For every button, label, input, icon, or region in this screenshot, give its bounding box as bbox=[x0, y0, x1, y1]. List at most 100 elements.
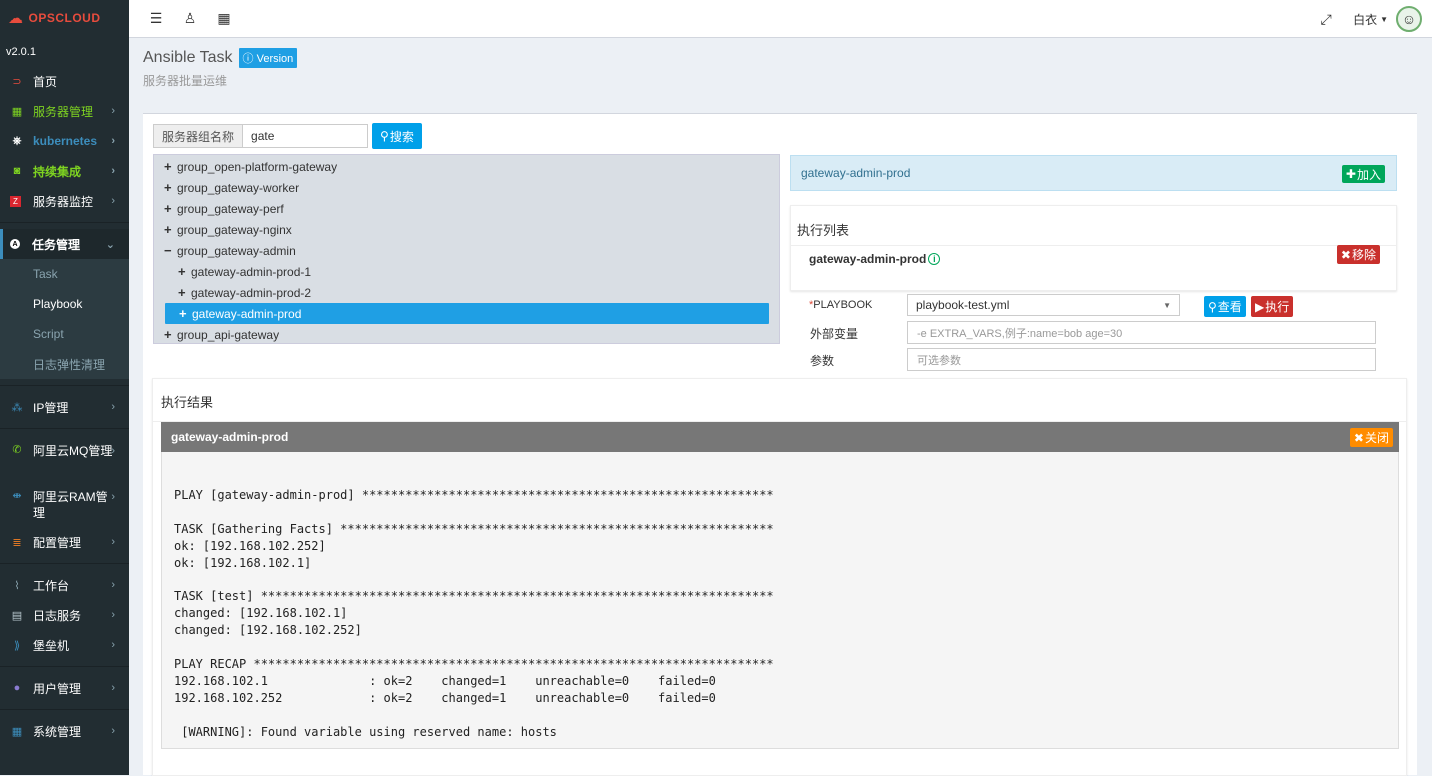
sidebar-item-workbench[interactable]: ⌇ 工作台 › bbox=[0, 570, 129, 600]
sidebar-item-kubernetes[interactable]: ⎈ kubernetes › bbox=[0, 126, 129, 156]
params-input[interactable]: 可选参数 bbox=[907, 348, 1376, 371]
execute-button[interactable]: ▶ 执行 bbox=[1251, 296, 1294, 317]
exec-list-item-label: gateway-admin-prod bbox=[809, 252, 927, 266]
tree-node[interactable]: + group_gateway-worker bbox=[164, 177, 769, 198]
sidebar-subitem-task[interactable]: Task bbox=[0, 259, 129, 289]
tree-node[interactable]: − group_gateway-admin bbox=[164, 240, 769, 261]
sidebar-item-aliyun-mq[interactable]: ✆ 阿里云MQ管理 › bbox=[0, 435, 129, 481]
sidebar-item-label: 系统管理 bbox=[33, 724, 82, 739]
user-name: 白衣 bbox=[1353, 12, 1378, 27]
sidebar-item-aliyun-ram[interactable]: ⇼ 阿里云RAM管理 › bbox=[0, 481, 129, 527]
selected-server-panel: gateway-admin-prod ✚ 加入 bbox=[790, 155, 1397, 191]
tree-node-label: group_api-gateway bbox=[177, 327, 280, 342]
playbook-label: *PLAYBOOK bbox=[809, 299, 872, 311]
page-subtitle: 服务器批量运维 bbox=[143, 74, 228, 88]
exec-list-panel: 执行列表 gateway-admin-prod i ✖ 移除 bbox=[790, 205, 1397, 291]
playbook-select[interactable]: playbook-test.yml ▼ bbox=[907, 294, 1180, 316]
sidebar-item-servers[interactable]: ▦ 服务器管理 › bbox=[0, 96, 129, 126]
chevron-right-icon: › bbox=[111, 579, 115, 591]
search-input[interactable]: gate bbox=[243, 124, 369, 148]
cloud-icon: ☁ bbox=[8, 10, 24, 27]
server-group-tree: + group_open-platform-gateway + group_gate… bbox=[153, 154, 780, 344]
sidebar-item-monitor[interactable]: Z 服务器监控 › bbox=[0, 186, 129, 216]
remove-button[interactable]: ✖ 移除 bbox=[1336, 245, 1380, 264]
chevron-right-icon: › bbox=[111, 105, 115, 117]
fullscreen-icon[interactable]: ⤢ bbox=[1311, 0, 1341, 38]
chevron-right-icon: › bbox=[111, 725, 115, 737]
tree-node-label: gateway-admin-prod-1 bbox=[191, 264, 312, 279]
tree-node-selected[interactable]: + gateway-admin-prod bbox=[165, 303, 769, 324]
sidebar-subitem-log-cleanup[interactable]: 日志弹性清理 bbox=[0, 349, 129, 379]
sidebar-item-bastion[interactable]: ⟫ 堡垒机 › bbox=[0, 630, 129, 660]
sidebar-subitem-playbook[interactable]: Playbook bbox=[0, 289, 129, 319]
expand-icon[interactable]: + bbox=[164, 327, 176, 342]
sidebar-item-users[interactable]: ● 用户管理 › bbox=[0, 673, 129, 703]
divider bbox=[0, 563, 129, 564]
collapse-icon[interactable]: − bbox=[164, 243, 176, 258]
divider bbox=[0, 666, 129, 667]
sidebar-item-label: 阿里云MQ管理 bbox=[33, 444, 113, 458]
tree-node[interactable]: + group_open-platform-gateway bbox=[164, 156, 769, 177]
close-button[interactable]: ✖ 关闭 bbox=[1349, 428, 1393, 447]
tree-node[interactable]: + gateway-admin-prod-1 bbox=[164, 261, 769, 282]
sitemap-icon: ⁂ bbox=[11, 401, 23, 414]
remove-button-label: 移除 bbox=[1351, 248, 1376, 262]
user-menu[interactable]: 白衣 ▼ bbox=[1353, 11, 1388, 28]
close-button-label: 关闭 bbox=[1364, 431, 1389, 445]
chevron-right-icon: › bbox=[111, 536, 115, 548]
tree-node-label: group_gateway-perf bbox=[177, 201, 284, 216]
tree-node[interactable]: + group_gateway-perf bbox=[164, 198, 769, 219]
workbench-icon: ⌇ bbox=[14, 579, 20, 592]
info-icon[interactable]: i bbox=[928, 253, 941, 265]
tree-node-label: group_gateway-admin bbox=[177, 243, 296, 258]
plus-icon: ✚ bbox=[1345, 167, 1356, 181]
view-button-label: 查看 bbox=[1217, 300, 1242, 314]
kubernetes-icon: ⎈ bbox=[12, 134, 22, 147]
tree-node[interactable]: + group_api-gateway bbox=[164, 324, 769, 345]
tree-node[interactable]: + gateway-admin-prod-2 bbox=[164, 282, 769, 303]
apps-grid-icon[interactable]: ▦ bbox=[207, 0, 241, 38]
caret-down-icon: ▼ bbox=[1163, 301, 1171, 310]
avatar[interactable]: ☺ bbox=[1396, 6, 1422, 32]
expand-icon[interactable]: + bbox=[164, 201, 176, 216]
sidebar-item-label: 阿里云RAM管理 bbox=[33, 490, 108, 520]
result-host-name: gateway-admin-prod bbox=[171, 430, 289, 444]
result-console-output: PLAY [gateway-admin-prod] **************… bbox=[161, 452, 1399, 749]
expand-icon[interactable]: + bbox=[178, 264, 190, 279]
expand-icon[interactable]: + bbox=[164, 222, 176, 237]
version-button-label: Version bbox=[256, 53, 294, 65]
user-icon: ● bbox=[13, 682, 21, 694]
add-button[interactable]: ✚ 加入 bbox=[1341, 165, 1385, 183]
search-button[interactable]: ⚲ 搜索 bbox=[372, 123, 422, 149]
chevron-right-icon: › bbox=[111, 639, 115, 651]
sidebar-item-home[interactable]: ⊃ 首页 bbox=[0, 66, 129, 96]
sidebar-item-label: 任务管理 bbox=[32, 237, 81, 252]
tree-node[interactable]: + group_gateway-nginx bbox=[164, 219, 769, 240]
caret-down-icon: ▼ bbox=[1380, 14, 1388, 24]
sidebar-item-system[interactable]: ▦ 系统管理 › bbox=[0, 716, 129, 746]
extra-vars-input[interactable]: -e EXTRA_VARS,例子:name=bob age=30 bbox=[907, 321, 1376, 344]
menu-toggle-icon[interactable]: ☰ bbox=[139, 0, 173, 38]
logo[interactable]: ☁ OPSCLOUD bbox=[0, 0, 129, 36]
sidebar-item-ip[interactable]: ⁂ IP管理 › bbox=[0, 392, 129, 422]
search-button-label: 搜索 bbox=[389, 129, 414, 144]
version-button[interactable]: ⓘ Version bbox=[238, 48, 298, 68]
user-profile-icon[interactable]: ♙ bbox=[173, 0, 207, 38]
expand-icon[interactable]: + bbox=[164, 180, 176, 195]
expand-icon[interactable]: + bbox=[179, 306, 191, 321]
sidebar-item-logs[interactable]: ▤ 日志服务 › bbox=[0, 600, 129, 630]
sidebar-item-ci[interactable]: ◙ 持续集成 › bbox=[0, 156, 129, 186]
divider bbox=[0, 385, 129, 386]
view-button[interactable]: ⚲ 查看 bbox=[1204, 296, 1246, 317]
sidebar-item-config[interactable]: ≣ 配置管理 › bbox=[0, 527, 129, 557]
sidebar-item-tasks[interactable]: A 任务管理 ⌄ bbox=[0, 229, 129, 259]
top-navbar-right: ⤢ 白衣 ▼ ☺ bbox=[1311, 0, 1422, 38]
page-title: Ansible Task ⓘ Version bbox=[143, 48, 1418, 68]
expand-icon[interactable]: + bbox=[178, 285, 190, 300]
whatsapp-icon: ✆ bbox=[12, 444, 22, 456]
chevron-right-icon: › bbox=[111, 401, 115, 413]
sidebar-subitem-script[interactable]: Script bbox=[0, 319, 129, 349]
sidebar-item-label: 用户管理 bbox=[33, 681, 82, 696]
expand-icon[interactable]: + bbox=[164, 159, 176, 174]
execute-button-label: 执行 bbox=[1265, 300, 1290, 314]
